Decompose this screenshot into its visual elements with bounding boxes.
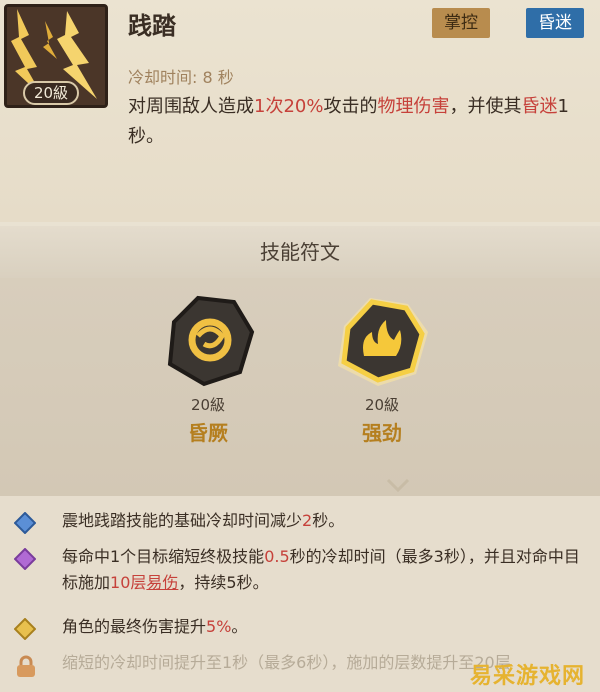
flame-rune-icon (338, 298, 428, 386)
vulnerable-link[interactable]: 易伤 (146, 573, 178, 592)
blue-diamond-icon (14, 512, 36, 534)
skill-title: 践踏 (128, 12, 176, 40)
cooldown-text: 冷却时间: 8 秒 (128, 68, 234, 87)
watermark: 易采游戏网 (470, 663, 586, 689)
lock-icon (17, 655, 35, 677)
skill-description: 对周围敌人造成1次20%攻击的物理伤害，并使其昏迷1秒。 (128, 96, 569, 147)
rune-section-title: 技能符文 (0, 226, 600, 278)
swirl-rune-icon (167, 295, 255, 387)
gold-diamond-icon (14, 618, 36, 640)
rune-name: 昏厥 (188, 421, 228, 445)
skill-rune-section: 技能符文 20級 昏厥 20級 强劲 (0, 226, 600, 496)
effect-item: 震地践踏技能的基础冷却时间减少2秒。 (14, 508, 594, 534)
skill-level-badge: 20級 (23, 81, 79, 105)
tag-control[interactable]: 掌控 (432, 8, 490, 38)
chevron-down-icon (386, 478, 410, 492)
purple-diamond-icon (14, 548, 36, 570)
tag-stun[interactable]: 昏迷 (526, 8, 584, 38)
skill-detail-panel: 20級 践踏 掌控 昏迷 冷却时间: 8 秒 对周围敌人造成1次20%攻击的物理… (0, 0, 600, 222)
rune-level: 20級 (190, 396, 226, 414)
rune-level: 20級 (364, 396, 400, 414)
effect-item: 角色的最终伤害提升5%。 (14, 614, 594, 640)
rune-item-strong[interactable]: 20級 强劲 (322, 292, 442, 492)
rune-item-faint[interactable]: 20級 昏厥 (148, 292, 268, 492)
effect-item: 每命中1个目标缩短终极技能0.5秒的冷却时间（最多3秒），并且对命中目标施加10… (14, 544, 594, 596)
stomp-skill-icon[interactable]: 20級 (4, 4, 108, 108)
rune-name: 强劲 (362, 421, 402, 445)
